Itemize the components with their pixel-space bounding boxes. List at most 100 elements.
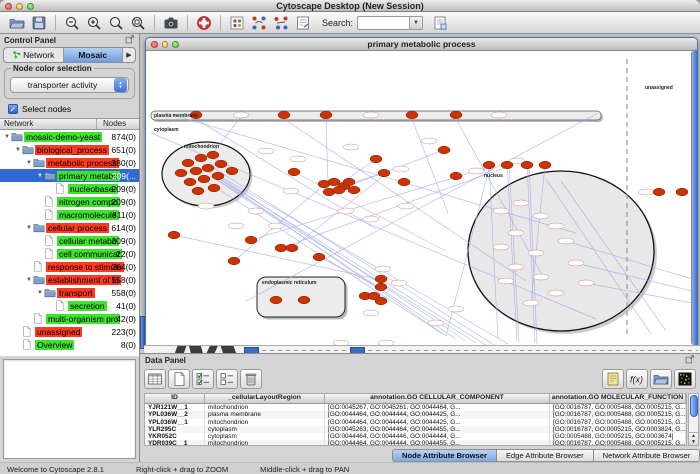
delete-attribute-button[interactable] — [240, 369, 262, 389]
network-node[interactable] — [539, 161, 551, 169]
save-button[interactable] — [28, 13, 50, 33]
node-label-pill[interactable] — [198, 203, 214, 209]
attribute-table[interactable]: ID_cellularLayoutRegionannotation.GO CEL… — [144, 393, 687, 446]
zoom-in-button[interactable] — [83, 13, 105, 33]
network-node[interactable] — [368, 292, 380, 300]
network-node[interactable] — [182, 159, 194, 167]
network-node[interactable] — [348, 186, 360, 194]
table-row-ydr039c__1[interactable]: YDR039C__1mitochondrion[GO:0044464, GO:0… — [145, 440, 686, 446]
network-node[interactable] — [245, 236, 257, 244]
tree-row-nucleobase-[interactable]: nucleobase-209(0) — [0, 182, 139, 195]
tab-network-attribute-browser[interactable]: Network Attribute Browser — [593, 449, 700, 462]
network-node[interactable] — [286, 244, 298, 252]
network-node[interactable] — [226, 167, 238, 175]
table-row-ypl036w__2[interactable]: YPL036W__2plasma membrane[GO:0044464, GO… — [145, 411, 686, 418]
network-node[interactable] — [375, 275, 387, 283]
unselect-all-attributes-button[interactable] — [216, 369, 238, 389]
tree-row-transport[interactable]: ▼transport558(0) — [0, 286, 139, 299]
node-label-pill[interactable] — [393, 166, 409, 172]
network-view-window[interactable]: primary metabolic process plasma membran… — [145, 37, 698, 346]
network-node[interactable] — [370, 155, 382, 163]
node-label-pill[interactable] — [290, 156, 306, 162]
zoom-fit-button[interactable] — [127, 13, 149, 33]
tab-mosaic[interactable]: Mosaic — [64, 48, 124, 62]
node-label-pill[interactable] — [523, 300, 539, 306]
tree-row-unassigned[interactable]: unassigned223(0) — [0, 325, 139, 338]
network-node[interactable] — [212, 172, 224, 180]
network-node[interactable] — [175, 169, 187, 177]
network-node[interactable] — [198, 175, 210, 183]
network-node[interactable] — [501, 161, 513, 169]
network-window-scrollbar[interactable] — [691, 51, 697, 345]
node-label-pill[interactable] — [375, 266, 391, 272]
network-node[interactable] — [450, 111, 462, 119]
tab-node-attribute-browser[interactable]: Node Attribute Browser — [392, 449, 496, 462]
node-label-pill[interactable] — [228, 223, 244, 229]
node-label-pill[interactable] — [398, 203, 414, 209]
tab-edge-attribute-browser[interactable]: Edge Attribute Browser — [496, 449, 593, 462]
network-node[interactable] — [450, 172, 462, 180]
layout-b-button[interactable] — [270, 13, 292, 33]
node-label-pill[interactable] — [578, 280, 594, 286]
search-dropdown-button[interactable]: ▼ — [409, 16, 423, 30]
tree-row-primary-metabo[interactable]: ▼primary metabo209(... — [0, 169, 139, 182]
tree-row-macromolecule[interactable]: macromolecule311(0) — [0, 208, 139, 221]
node-label-pill[interactable] — [248, 208, 264, 214]
node-label-pill[interactable] — [528, 250, 544, 256]
network-window-titlebar[interactable]: primary metabolic process — [146, 38, 697, 51]
node-label-pill[interactable] — [468, 168, 484, 174]
network-node[interactable] — [208, 184, 220, 192]
table-row-ylr295c[interactable]: YLR295Ccytoplasm[GO:0045263, GO:0044464,… — [145, 426, 686, 433]
network-node[interactable] — [375, 283, 387, 291]
minimize-button[interactable] — [162, 41, 169, 48]
network-node[interactable] — [278, 111, 290, 119]
network-tree[interactable]: ▼mosaic-demo-yeast874(0)▼biological_proc… — [0, 130, 139, 356]
network-node[interactable] — [378, 169, 390, 177]
tree-row-mosaic-demo-yeast[interactable]: ▼mosaic-demo-yeast874(0) — [0, 130, 139, 143]
node-label-pill[interactable] — [638, 189, 654, 195]
import-annotation-button[interactable] — [429, 13, 451, 33]
network-node[interactable] — [483, 161, 495, 169]
manage-networks-button[interactable] — [226, 13, 248, 33]
column-header[interactable]: annotation.GO MOLECULAR_FUNCTION — [550, 394, 686, 403]
table-scrollbar-arrows[interactable]: ▲▼ — [689, 432, 698, 445]
tree-column-network[interactable]: Network — [0, 119, 97, 129]
network-node[interactable] — [653, 188, 665, 196]
search-window-button[interactable] — [292, 13, 314, 33]
node-label-pill[interactable] — [498, 278, 514, 284]
column-header[interactable]: annotation.GO CELLULAR_COMPONENT — [325, 394, 550, 403]
node-label-pill[interactable] — [258, 148, 274, 154]
tree-row-cell-communicat[interactable]: cell communicat22(0) — [0, 247, 139, 260]
network-node[interactable] — [215, 160, 227, 168]
network-node[interactable] — [195, 154, 207, 162]
network-node[interactable] — [298, 296, 310, 304]
network-node[interactable] — [521, 161, 533, 169]
node-label-pill[interactable] — [568, 260, 584, 266]
node-label-pill[interactable] — [558, 238, 574, 244]
node-label-pill[interactable] — [233, 112, 249, 118]
node-label-pill[interactable] — [448, 306, 464, 312]
network-node[interactable] — [406, 111, 418, 119]
table-row-ykr052c[interactable]: YKR052Ccytoplasm[GO:0044464, GO:0044446,… — [145, 433, 686, 440]
node-color-dropdown[interactable]: transporter activity ▲▼ — [10, 77, 129, 93]
region-nucleus[interactable] — [468, 171, 654, 331]
tree-row-secretion[interactable]: secretion41(0) — [0, 299, 139, 312]
snapshot-button[interactable] — [160, 13, 182, 33]
close-button[interactable] — [151, 41, 158, 48]
expander-icon[interactable]: ▼ — [36, 173, 44, 179]
new-attribute-button[interactable] — [168, 369, 190, 389]
node-label-pill[interactable] — [533, 213, 549, 219]
network-node[interactable] — [270, 296, 282, 304]
search-input[interactable] — [357, 16, 409, 30]
node-label-pill[interactable] — [283, 188, 299, 194]
network-canvas[interactable]: plasma membranecytoplasmmitochondrionnuc… — [146, 51, 692, 346]
node-label-pill[interactable] — [548, 223, 564, 229]
matrix-view-button[interactable] — [674, 369, 696, 389]
node-label-pill[interactable] — [363, 310, 379, 316]
node-label-pill[interactable] — [268, 223, 284, 229]
table-scrollbar-thumb[interactable] — [690, 395, 698, 417]
tree-column-nodes[interactable]: Nodes — [97, 119, 139, 129]
network-edge[interactable] — [174, 235, 381, 280]
network-node[interactable] — [676, 188, 688, 196]
select-nodes-checkbox[interactable]: ✓ — [8, 104, 18, 114]
